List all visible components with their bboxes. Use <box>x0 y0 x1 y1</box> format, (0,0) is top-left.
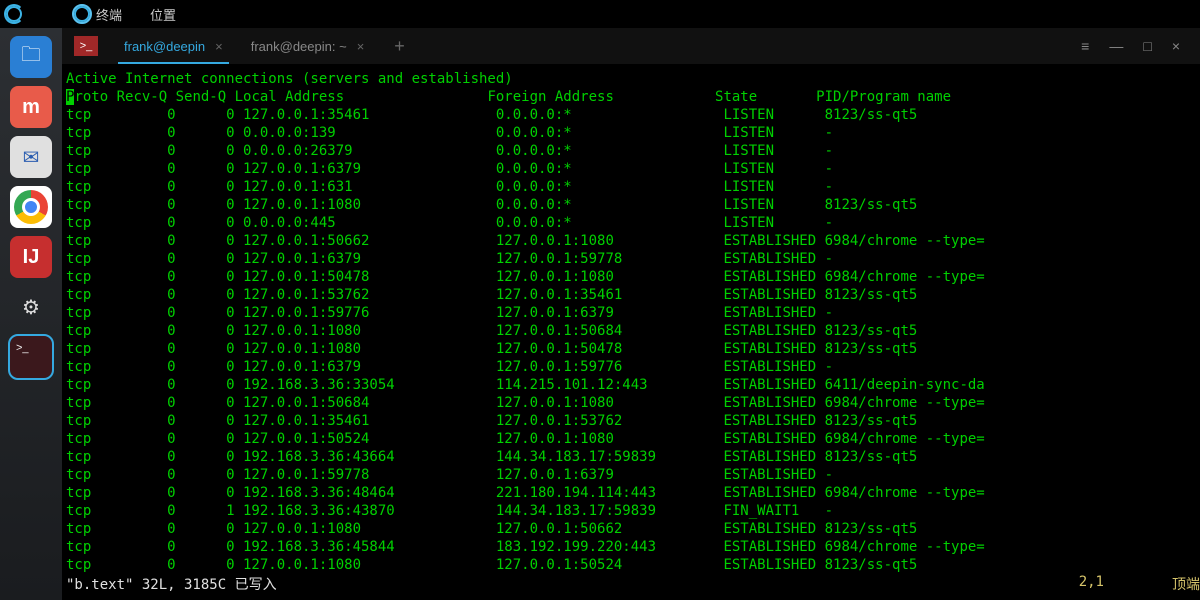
tab-close-icon[interactable]: × <box>357 39 365 54</box>
dock-filemanager-icon[interactable]: 🗀 <box>10 36 52 78</box>
terminal-window: >_ frank@deepin × frank@deepin: ~ × + ≡ … <box>62 28 1200 600</box>
terminal-badge-icon: >_ <box>74 36 98 56</box>
dock-terminal-icon[interactable] <box>10 336 52 378</box>
tab-inactive[interactable]: frank@deepin: ~ × <box>237 28 379 64</box>
status-cursor-pos: 2,1 <box>1079 574 1104 594</box>
status-file-info: "b.text" 32L, 3185C 已写入 <box>66 574 277 594</box>
dock-settings-icon[interactable]: ⚙ <box>10 286 52 328</box>
dock-chrome-icon[interactable] <box>10 186 52 228</box>
terminal-output[interactable]: Active Internet connections (servers and… <box>62 64 1200 600</box>
tab-close-icon[interactable]: × <box>215 39 223 54</box>
dock-thunderbird-icon[interactable]: ✉ <box>10 136 52 178</box>
tab-bar: >_ frank@deepin × frank@deepin: ~ × + ≡ … <box>62 28 1200 64</box>
system-top-bar: 终端 位置 <box>0 0 1200 28</box>
window-menu-icon[interactable]: ≡ <box>1081 38 1089 54</box>
deepin-logo-icon[interactable] <box>0 0 28 28</box>
window-controls: ≡ — □ × <box>1071 38 1190 54</box>
tab-inactive-label: frank@deepin: ~ <box>251 39 347 54</box>
tab-active-label: frank@deepin <box>124 39 205 54</box>
tab-active[interactable]: frank@deepin × <box>110 28 237 64</box>
vim-status-line: "b.text" 32L, 3185C 已写入 2,1 顶端 <box>66 574 1200 594</box>
dock-intellij-icon[interactable]: IJ <box>10 236 52 278</box>
dock: 🗀 m ✉ IJ ⚙ <box>0 28 62 600</box>
dock-appstore-icon[interactable]: m <box>10 86 52 128</box>
window-minimize-icon[interactable]: — <box>1109 38 1123 54</box>
window-maximize-icon[interactable]: □ <box>1143 38 1151 54</box>
menu-terminal[interactable]: 终端 <box>96 5 122 24</box>
window-close-icon[interactable]: × <box>1172 38 1180 54</box>
app-logo-icon[interactable] <box>68 0 96 28</box>
menu-location[interactable]: 位置 <box>150 5 176 24</box>
status-mode: 顶端 <box>1172 574 1200 594</box>
tab-add-button[interactable]: + <box>394 36 405 57</box>
